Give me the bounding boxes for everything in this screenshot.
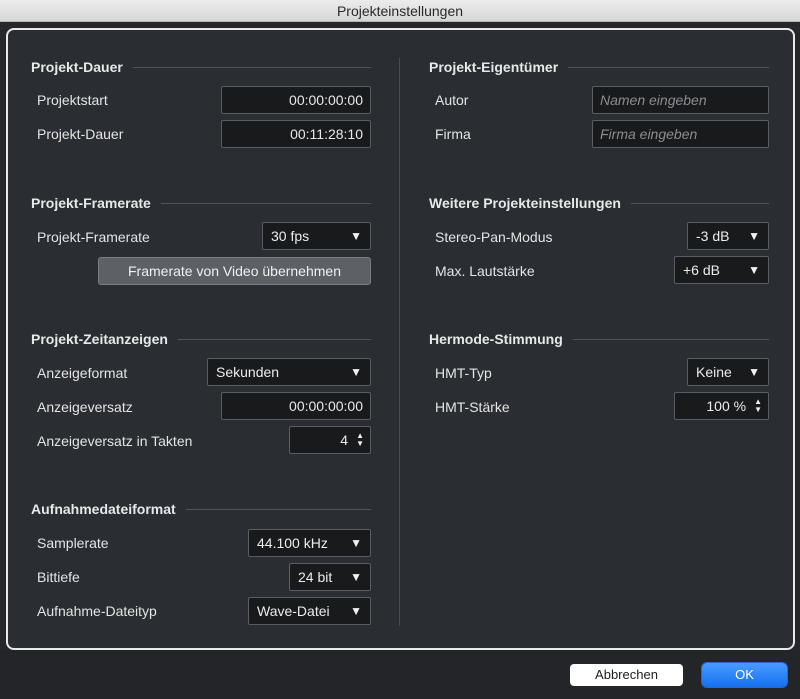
display-format-label: Anzeigeformat <box>37 365 128 381</box>
hmt-type-select[interactable]: Keine ▼ <box>687 358 769 386</box>
chevron-down-icon: ▼ <box>350 229 362 243</box>
samplerate-label: Samplerate <box>37 535 109 551</box>
max-volume-select[interactable]: +6 dB ▼ <box>674 256 769 284</box>
framerate-label: Projekt-Framerate <box>37 229 150 245</box>
section-title: Projekt-Eigentümer <box>429 59 559 75</box>
filetype-select[interactable]: Wave-Datei ▼ <box>248 597 371 625</box>
filetype-value: Wave-Datei <box>257 603 330 619</box>
project-start-label: Projektstart <box>37 92 108 108</box>
framerate-value: 30 fps <box>271 228 310 244</box>
hmt-strength-stepper[interactable]: 100 % ▲ ▼ <box>674 392 769 420</box>
samplerate-select[interactable]: 44.100 kHz ▼ <box>248 529 371 557</box>
display-offset-label: Anzeigeversatz <box>37 399 133 415</box>
pan-mode-value: -3 dB <box>696 228 730 244</box>
bars-offset-label: Anzeigeversatz in Takten <box>37 433 193 449</box>
column-divider <box>399 58 400 626</box>
project-length-label: Projekt-Dauer <box>37 126 124 142</box>
hmt-type-label: HMT-Typ <box>435 365 492 381</box>
section-title: Hermode-Stimmung <box>429 331 563 347</box>
section-rule <box>630 202 769 204</box>
section-rule <box>185 508 371 510</box>
stepper-arrows-icon[interactable]: ▲ ▼ <box>356 432 364 448</box>
chevron-down-icon: ▼ <box>350 365 362 379</box>
max-volume-value: +6 dB <box>683 262 720 278</box>
company-label: Firma <box>435 126 471 142</box>
hmt-strength-value: 100 % <box>706 398 747 414</box>
chevron-down-icon: ▼ <box>350 570 362 584</box>
company-input[interactable]: Firma eingeben <box>592 120 769 148</box>
section-rule <box>568 66 769 68</box>
chevron-down-icon: ▼ <box>748 229 760 243</box>
stepper-arrows-icon[interactable]: ▲ ▼ <box>754 398 762 414</box>
ok-button[interactable]: OK <box>702 663 787 687</box>
chevron-down-icon: ▼ <box>350 536 362 550</box>
chevron-down-icon: ▼ <box>748 263 760 277</box>
section-rule <box>132 66 371 68</box>
display-offset-field[interactable]: 00:00:00:00 <box>221 392 371 420</box>
section-project-duration: Projekt-Dauer <box>31 58 371 76</box>
section-title: Weitere Projekteinstellungen <box>429 195 621 211</box>
step-down-icon[interactable]: ▼ <box>356 440 364 448</box>
bars-offset-stepper[interactable]: 4 ▲ ▼ <box>289 426 371 454</box>
author-input[interactable]: Namen eingeben <box>592 86 769 114</box>
window-title: Projekteinstellungen <box>0 0 800 22</box>
section-time-display: Projekt-Zeitanzeigen <box>31 330 371 348</box>
section-title: Projekt-Dauer <box>31 59 123 75</box>
section-more-settings: Weitere Projekteinstellungen <box>429 194 769 212</box>
pan-mode-label: Stereo-Pan-Modus <box>435 229 553 245</box>
chevron-down-icon: ▼ <box>748 365 760 379</box>
display-format-select[interactable]: Sekunden ▼ <box>207 358 371 386</box>
samplerate-value: 44.100 kHz <box>257 535 328 551</box>
section-rule <box>160 202 371 204</box>
author-label: Autor <box>435 92 469 108</box>
hmt-strength-label: HMT-Stärke <box>435 399 510 415</box>
section-project-owner: Projekt-Eigentümer <box>429 58 769 76</box>
section-recording-format: Aufnahmedateiformat <box>31 500 371 518</box>
section-hermode: Hermode-Stimmung <box>429 330 769 348</box>
filetype-label: Aufnahme-Dateityp <box>37 603 157 619</box>
bitdepth-select[interactable]: 24 bit ▼ <box>289 563 371 591</box>
hmt-type-value: Keine <box>696 364 732 380</box>
pan-mode-select[interactable]: -3 dB ▼ <box>687 222 769 250</box>
bitdepth-label: Bittiefe <box>37 569 80 585</box>
framerate-select[interactable]: 30 fps ▼ <box>262 222 371 250</box>
section-rule <box>572 338 769 340</box>
bitdepth-value: 24 bit <box>298 569 333 585</box>
project-length-field[interactable]: 00:11:28:10 <box>221 120 371 148</box>
framerate-from-video-button[interactable]: Framerate von Video übernehmen <box>98 257 371 285</box>
section-title: Aufnahmedateiformat <box>31 501 176 517</box>
cancel-button[interactable]: Abbrechen <box>570 664 683 686</box>
chevron-down-icon: ▼ <box>350 604 362 618</box>
step-down-icon[interactable]: ▼ <box>754 406 762 414</box>
display-format-value: Sekunden <box>216 364 280 380</box>
section-framerate: Projekt-Framerate <box>31 194 371 212</box>
section-rule <box>177 338 371 340</box>
section-title: Projekt-Zeitanzeigen <box>31 331 168 347</box>
project-start-field[interactable]: 00:00:00:00 <box>221 86 371 114</box>
bars-offset-value: 4 <box>340 432 349 448</box>
max-volume-label: Max. Lautstärke <box>435 263 535 279</box>
section-title: Projekt-Framerate <box>31 195 151 211</box>
